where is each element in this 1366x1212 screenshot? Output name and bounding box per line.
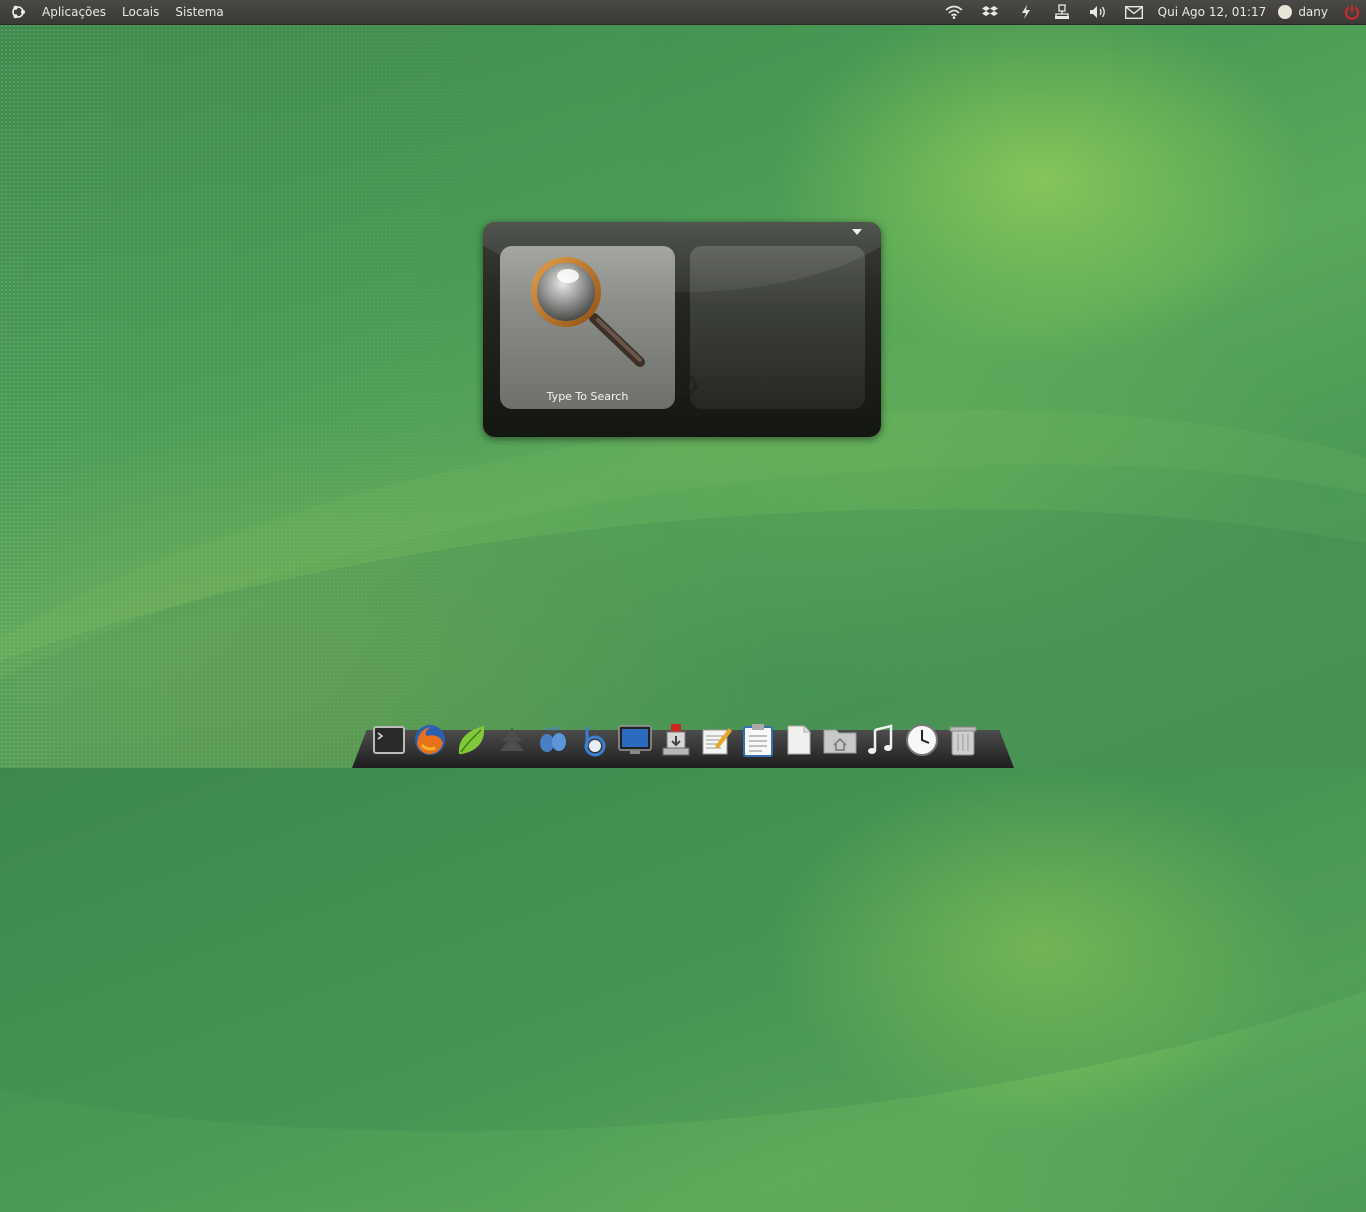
magnifier-icon <box>531 257 645 367</box>
network-icon[interactable] <box>1044 0 1080 24</box>
clipboard-icon[interactable] <box>739 722 776 758</box>
firefox-icon[interactable] <box>411 722 448 758</box>
music-icon[interactable] <box>862 722 899 758</box>
results-pane <box>690 246 865 409</box>
main-menu: Aplicações Locais Sistema <box>0 0 232 24</box>
home-folder-icon[interactable] <box>821 722 858 758</box>
user-status-icon <box>1278 5 1293 19</box>
banshee-icon[interactable] <box>575 722 612 758</box>
monitor-icon[interactable] <box>616 722 653 758</box>
dropdown-arrow-icon[interactable] <box>852 229 862 235</box>
terminal-icon[interactable] <box>370 722 407 758</box>
trash-icon[interactable] <box>944 722 981 758</box>
leaf-icon[interactable] <box>452 722 489 758</box>
menu-applications[interactable]: Aplicações <box>34 0 114 24</box>
loading-spinner-icon <box>675 371 699 397</box>
menu-system[interactable]: Sistema <box>167 0 231 24</box>
search-pane[interactable]: Type To Search <box>500 246 675 409</box>
user-name: dany <box>1298 5 1328 19</box>
shutdown-icon[interactable] <box>1338 0 1366 24</box>
usb-creator-icon[interactable] <box>657 722 694 758</box>
wifi-icon[interactable] <box>936 0 972 24</box>
text-editor-icon[interactable] <box>698 722 735 758</box>
dock <box>352 722 1014 768</box>
pidgin-icon[interactable] <box>534 722 571 758</box>
panel-clock[interactable]: Qui Ago 12, 01:17 <box>1152 5 1275 19</box>
clock-icon[interactable] <box>903 722 940 758</box>
background-wave <box>0 433 1366 1207</box>
ubuntu-logo-icon[interactable] <box>8 2 28 22</box>
volume-icon[interactable] <box>1080 0 1116 24</box>
dropbox-icon[interactable] <box>972 0 1008 24</box>
menu-places[interactable]: Locais <box>114 0 167 24</box>
mail-icon[interactable] <box>1116 0 1152 24</box>
tree-icon[interactable] <box>493 722 530 758</box>
power-icon[interactable] <box>1008 0 1044 24</box>
top-panel: Aplicações Locais Sistema Qui Ago 12, 01… <box>0 0 1366 25</box>
dock-items <box>370 722 981 758</box>
user-menu[interactable]: dany <box>1274 5 1338 19</box>
launcher-window: Type To Search <box>483 222 881 437</box>
search-label: Type To Search <box>546 390 629 403</box>
document-icon[interactable] <box>780 722 817 758</box>
system-tray: Qui Ago 12, 01:17 dany <box>936 0 1366 24</box>
